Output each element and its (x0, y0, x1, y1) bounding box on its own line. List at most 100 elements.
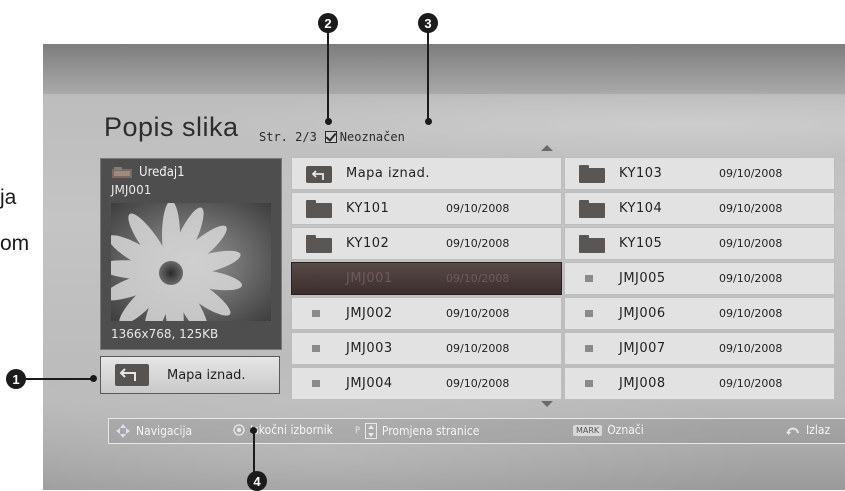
photo-item[interactable]: JMJ005 09/10/2008 (564, 262, 835, 295)
photo-file-icon (579, 340, 605, 358)
scroll-up-icon[interactable] (541, 145, 553, 151)
mark-key-badge: MARK (573, 424, 603, 436)
callout-1-line (26, 378, 94, 380)
folder-icon (306, 234, 332, 253)
photo-item[interactable]: JMJ004 09/10/2008 (291, 367, 562, 400)
device-row: Uređaj1 (111, 165, 185, 180)
photo-file-icon (579, 270, 605, 288)
photo-file-icon (306, 375, 332, 393)
item-date: 09/10/2008 (719, 272, 783, 285)
item-name: JMJ003 (346, 341, 393, 356)
folder-item[interactable]: KY102 09/10/2008 (291, 227, 562, 260)
photo-item[interactable]: JMJ003 09/10/2008 (291, 332, 562, 365)
folder-item[interactable]: KY105 09/10/2008 (564, 227, 835, 260)
page-up-down-icon (364, 423, 377, 439)
nav-label: Navigacija (136, 424, 193, 438)
item-name: KY105 (619, 236, 663, 251)
item-name: JMJ001 (346, 271, 393, 286)
popup-menu-hint: Iskočni izbornik (233, 423, 333, 437)
folder-up-icon (306, 165, 332, 183)
folder-up-icon (115, 364, 149, 386)
photo-item[interactable]: JMJ008 09/10/2008 (564, 367, 835, 400)
item-date: 09/10/2008 (446, 377, 510, 390)
item-name: JMJ004 (346, 376, 393, 391)
item-date: 09/10/2008 (719, 167, 783, 180)
item-name: KY102 (346, 236, 390, 251)
item-date: 09/10/2008 (719, 237, 783, 250)
item-date: 09/10/2008 (719, 202, 783, 215)
mark-hint: MARK Označi (573, 423, 644, 437)
item-name: KY103 (619, 166, 663, 181)
scroll-down-icon[interactable] (541, 401, 553, 407)
item-date: 09/10/2008 (446, 342, 510, 355)
item-name: JMJ005 (619, 271, 666, 286)
photo-file-icon (306, 305, 332, 323)
photo-file-icon (579, 305, 605, 323)
item-name: JMJ006 (619, 306, 666, 321)
navigation-arrows-icon (116, 424, 130, 438)
item-name: KY104 (619, 201, 663, 216)
preview-photo-name: JMJ001 (111, 183, 152, 197)
folder-item[interactable]: KY104 09/10/2008 (564, 192, 835, 225)
callout-2-dot (325, 118, 332, 125)
item-date: 09/10/2008 (719, 307, 783, 320)
page-key: P (355, 426, 360, 436)
device-name: Uređaj1 (139, 165, 185, 180)
mark-status[interactable]: Neoznačen (324, 130, 405, 144)
margin-text-2: om (0, 232, 30, 255)
nav-hint: Navigacija (115, 423, 192, 439)
callout-3-dot (425, 118, 432, 125)
item-name: Mapa iznad. (346, 166, 431, 181)
folder-icon (306, 199, 332, 218)
page-number: Str. 2/3 (259, 130, 317, 144)
exit-hint: Izlaz (785, 423, 830, 437)
folder-up-item[interactable]: Mapa iznad. (291, 157, 562, 190)
preview-photo-info: 1366x768, 125KB (111, 327, 219, 341)
photo-item[interactable]: JMJ001 09/10/2008 (291, 262, 562, 295)
folder-icon (579, 234, 605, 253)
photo-file-icon (306, 340, 332, 358)
margin-text-1: ja (0, 186, 17, 209)
photo-item[interactable]: JMJ002 09/10/2008 (291, 297, 562, 330)
callout-3-line (427, 31, 429, 121)
up-folder-label: Mapa iznad. (167, 367, 246, 383)
folder-item[interactable]: KY101 09/10/2008 (291, 192, 562, 225)
exit-label: Izlaz (806, 423, 831, 437)
folder-icon (579, 199, 605, 218)
callout-4: 4 (247, 471, 267, 491)
page-info: Str. 2/3 Neoznačen (259, 130, 405, 144)
callout-4-line (253, 430, 255, 473)
item-name: JMJ007 (619, 341, 666, 356)
tv-screen: Popis slika Str. 2/3 Neoznačen Uređaj1 J… (43, 44, 845, 490)
item-name: JMJ002 (346, 306, 393, 321)
item-date: 09/10/2008 (446, 237, 510, 250)
photo-file-icon (579, 375, 605, 393)
mark-label: Označi (607, 423, 644, 437)
callout-3: 3 (418, 13, 438, 33)
usb-device-icon (112, 166, 132, 178)
callout-1-dot (90, 375, 97, 382)
checkbox-label: Neoznačen (339, 130, 405, 144)
item-name: KY101 (346, 201, 390, 216)
return-icon (786, 427, 799, 435)
callout-2-line (327, 31, 329, 121)
callout-4-dot (250, 427, 257, 434)
folder-item[interactable]: KY103 09/10/2008 (564, 157, 835, 190)
item-name: JMJ008 (619, 376, 666, 391)
photo-thumbnail (111, 203, 271, 321)
ok-button-icon (233, 424, 245, 436)
item-date: 09/10/2008 (446, 202, 510, 215)
item-date: 09/10/2008 (446, 307, 510, 320)
checkbox-icon (324, 131, 337, 143)
callout-1: 1 (6, 369, 26, 389)
up-folder-button[interactable]: Mapa iznad. (100, 356, 280, 394)
page-change-hint: P Promjena stranice (355, 423, 479, 439)
photo-item[interactable]: JMJ007 09/10/2008 (564, 332, 835, 365)
photo-item[interactable]: JMJ006 09/10/2008 (564, 297, 835, 330)
page-change-label: Promjena stranice (381, 424, 480, 438)
photo-file-icon (306, 270, 332, 288)
item-date: 09/10/2008 (719, 342, 783, 355)
preview-panel: Uređaj1 JMJ001 1366x768, 125KB (100, 158, 282, 350)
item-date: 09/10/2008 (719, 377, 783, 390)
page-title: Popis slika (104, 112, 239, 142)
